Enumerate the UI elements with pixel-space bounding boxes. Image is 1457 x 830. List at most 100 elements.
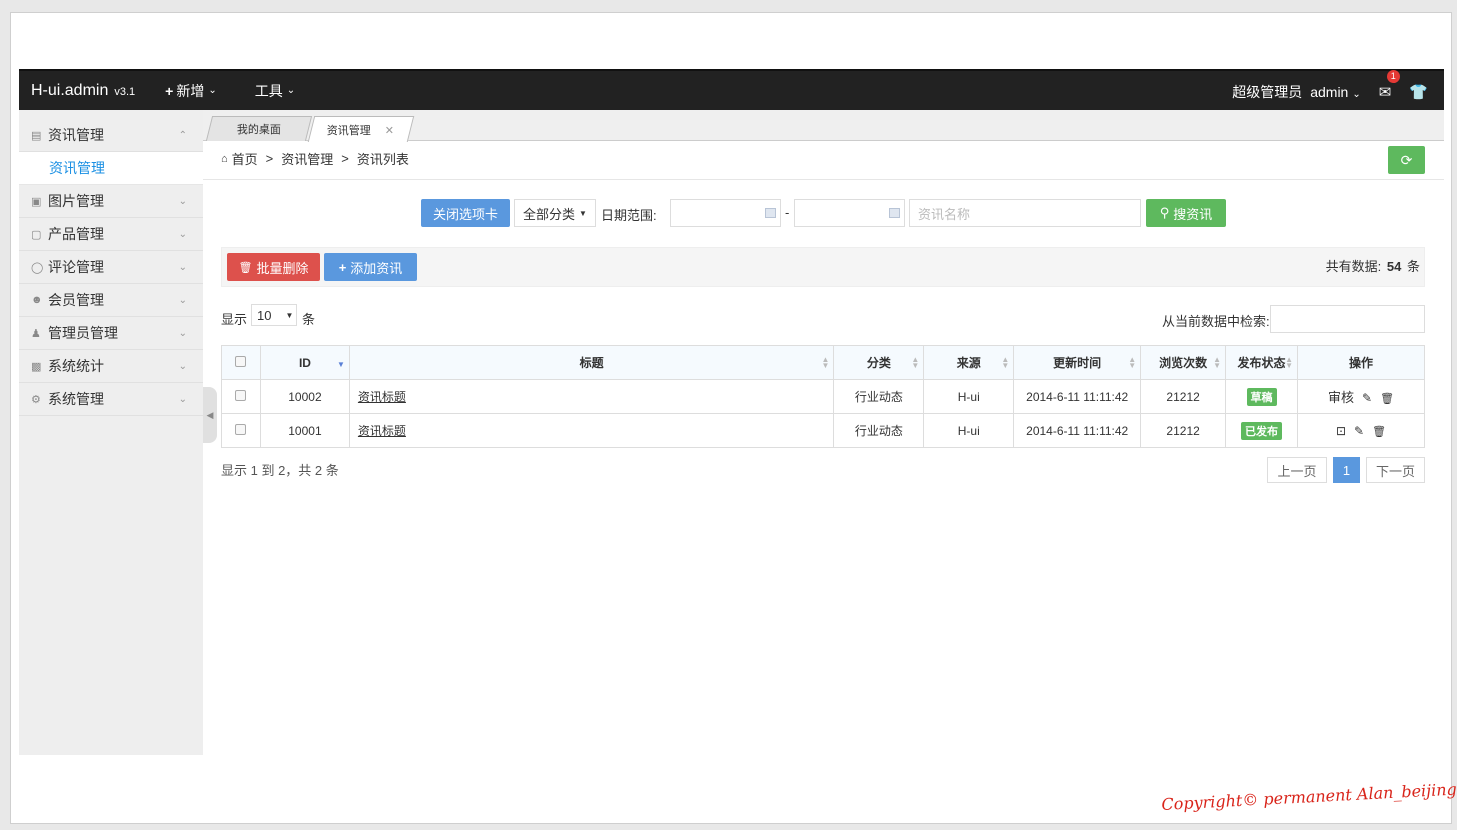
date-separator: - <box>785 205 790 220</box>
unpublish-icon[interactable]: ⊡ <box>1336 424 1346 438</box>
news-name-placeholder: 资讯名称 <box>918 206 971 222</box>
page-1-button[interactable]: 1 <box>1333 457 1360 483</box>
mail-icon[interactable]: ✉ 1 <box>1379 69 1400 101</box>
col-updated[interactable]: 更新时间 ▲ ▼ <box>1013 345 1142 380</box>
date-end-input[interactable] <box>794 199 905 227</box>
breadcrumb-home[interactable]: 首页 <box>232 149 258 168</box>
total-count: 共有数据: 54 条 <box>1325 259 1420 274</box>
sidebar-item-admins[interactable]: ♟ 管理员管理 ⌄ <box>19 317 203 350</box>
sidebar-collapse-toggle[interactable]: ◀ <box>203 387 217 443</box>
menu-tools[interactable]: 工具 ⌄ <box>255 81 295 101</box>
news-name-input[interactable]: 资讯名称 <box>909 199 1141 227</box>
plus-icon: + <box>338 259 347 275</box>
select-all-checkbox[interactable] <box>235 355 247 367</box>
action-toolbar: 🗑 批量删除 + 添加资讯 共有数据: 54 条 <box>221 247 1425 287</box>
menu-tools-label: 工具 <box>254 82 283 99</box>
page-size-select[interactable]: 10 ▼ <box>251 304 297 326</box>
sidebar-item-products[interactable]: ▢ 产品管理 ⌄ <box>19 218 203 251</box>
batch-delete-button[interactable]: 🗑 批量删除 <box>227 253 320 281</box>
col-source[interactable]: 来源 ▲ ▼ <box>923 345 1015 380</box>
user-menu[interactable]: admin ⌄ <box>1310 84 1361 100</box>
mail-badge: 1 <box>1386 69 1400 83</box>
close-tabs-button[interactable]: 关闭选项卡 <box>421 199 510 227</box>
brand-logo[interactable]: H-ui.admin v3.1 <box>31 82 135 100</box>
select-all-header[interactable] <box>221 345 261 380</box>
cell-views: 21212 <box>1140 413 1227 448</box>
cell-updated: 2014-6-11 11:11:42 <box>1013 379 1142 414</box>
sidebar-item-settings[interactable]: ⚙ 系统管理 ⌄ <box>19 383 203 416</box>
chevron-down-icon: ⌄ <box>178 228 187 240</box>
add-news-button[interactable]: + 添加资讯 <box>324 253 417 281</box>
cell-id: 10001 <box>259 413 350 448</box>
row-checkbox-cell[interactable] <box>221 413 261 448</box>
sidebar-item-label: 系统管理 <box>48 391 104 407</box>
tab-desktop[interactable]: 我的桌面 <box>205 116 313 141</box>
sidebar-item-stats[interactable]: ▩ 系统统计 ⌄ <box>19 350 203 383</box>
cell-actions: ⊡ ✎ 🗑 <box>1297 413 1425 448</box>
delete-icon[interactable]: 🗑 <box>1380 393 1394 405</box>
menu-new[interactable]: + 新增 ⌄ <box>165 81 217 101</box>
sort-icon: ▲ ▼ <box>1128 355 1137 370</box>
category-select[interactable]: 全部分类 ▼ <box>514 199 596 227</box>
admin-app: H-ui.admin v3.1 + 新增 ⌄ 工具 ⌄ 超级管理员 admin ⌄ ✉ 1 … <box>19 69 1444 755</box>
caret-down-icon: ▼ <box>285 310 294 320</box>
chevron-down-icon: ⌄ <box>178 327 187 339</box>
trash-icon: 🗑 <box>238 261 253 274</box>
edit-icon[interactable]: ✎ <box>1354 424 1364 438</box>
sidebar-item-comments[interactable]: ◯ 评论管理 ⌄ <box>19 251 203 284</box>
col-category[interactable]: 分类 ▲ ▼ <box>833 345 925 380</box>
col-status[interactable]: 发布状态 ▲ ▼ <box>1225 345 1299 380</box>
breadcrumb-separator: > <box>265 151 274 166</box>
breadcrumb: ⌂ 首页 > 资讯管理 > 资讯列表 <box>221 149 409 168</box>
edit-icon[interactable]: ✎ <box>1362 391 1372 405</box>
pagination-info: 显示 1 到 2，共 2 条 <box>221 463 339 478</box>
settings-icon: ⚙ <box>31 393 41 406</box>
row-checkbox[interactable] <box>235 389 247 401</box>
tab-news[interactable]: 资讯管理 ✕ <box>307 116 415 142</box>
cell-category: 行业动态 <box>833 413 925 448</box>
search-news-button[interactable]: ⚲ 搜资讯 <box>1146 199 1226 227</box>
title-link[interactable]: 资讯标题 <box>358 390 406 404</box>
col-id[interactable]: ID ▼ <box>259 345 350 380</box>
sidebar-item-label: 产品管理 <box>48 226 104 242</box>
sidebar-item-label: 会员管理 <box>48 292 104 308</box>
next-page-button[interactable]: 下一页 <box>1366 457 1425 483</box>
filter-input[interactable] <box>1270 305 1425 333</box>
date-start-input[interactable] <box>670 199 781 227</box>
chevron-down-icon: ⌄ <box>178 195 187 207</box>
cell-title: 资讯标题 <box>348 379 835 414</box>
close-icon[interactable]: ✕ <box>385 125 394 137</box>
title-link[interactable]: 资讯标题 <box>358 424 406 438</box>
prev-page-button[interactable]: 上一页 <box>1267 457 1327 483</box>
theme-shirt-icon[interactable]: 👕 <box>1409 83 1428 101</box>
row-checkbox-cell[interactable] <box>221 379 261 414</box>
sidebar: ▤ 资讯管理 ⌃ 资讯管理 ▣ 图片管理 ⌄ ▢ 产品管理 ⌄ ◯ 评论管理 ⌄ ☻ 会员管理 ⌄ … <box>19 110 203 755</box>
sidebar-item-members[interactable]: ☻ 会员管理 ⌄ <box>19 284 203 317</box>
role-label: 超级管理员 <box>1232 83 1303 100</box>
breadcrumb-level1[interactable]: 资讯管理 <box>281 149 333 168</box>
row-checkbox[interactable] <box>235 423 247 435</box>
delete-icon[interactable]: 🗑 <box>1372 426 1386 438</box>
sort-desc-icon: ▼ <box>336 360 345 369</box>
refresh-button[interactable]: ⟳ <box>1388 146 1425 174</box>
sidebar-item-news[interactable]: ▤ 资讯管理 ⌃ <box>19 119 203 152</box>
review-link[interactable]: 审核 <box>1328 390 1354 405</box>
admin-icon: ♟ <box>31 327 41 340</box>
sidebar-subitem-news[interactable]: 资讯管理 <box>19 152 203 185</box>
calendar-icon <box>765 208 776 218</box>
image-icon: ▣ <box>31 195 42 208</box>
sidebar-item-label: 图片管理 <box>48 193 104 209</box>
cell-updated: 2014-6-11 11:11:42 <box>1013 413 1142 448</box>
status-badge: 已发布 <box>1241 421 1283 440</box>
sidebar-item-images[interactable]: ▣ 图片管理 ⌄ <box>19 185 203 218</box>
cell-status: 已发布 <box>1225 413 1299 448</box>
home-icon: ⌂ <box>221 152 228 165</box>
col-actions: 操作 <box>1297 345 1425 380</box>
col-title[interactable]: 标题 ▲ ▼ <box>348 345 835 380</box>
tab-bar: 我的桌面 资讯管理 ✕ <box>203 110 1444 142</box>
table-row: 10002 资讯标题 行业动态 H-ui 2014-6-11 11:11:42 … <box>221 379 1425 414</box>
cell-id: 10002 <box>259 379 350 414</box>
search-icon: ⚲ <box>1159 205 1170 220</box>
col-views[interactable]: 浏览次数 ▲ ▼ <box>1140 345 1227 380</box>
unit-label: 条 <box>302 312 316 327</box>
